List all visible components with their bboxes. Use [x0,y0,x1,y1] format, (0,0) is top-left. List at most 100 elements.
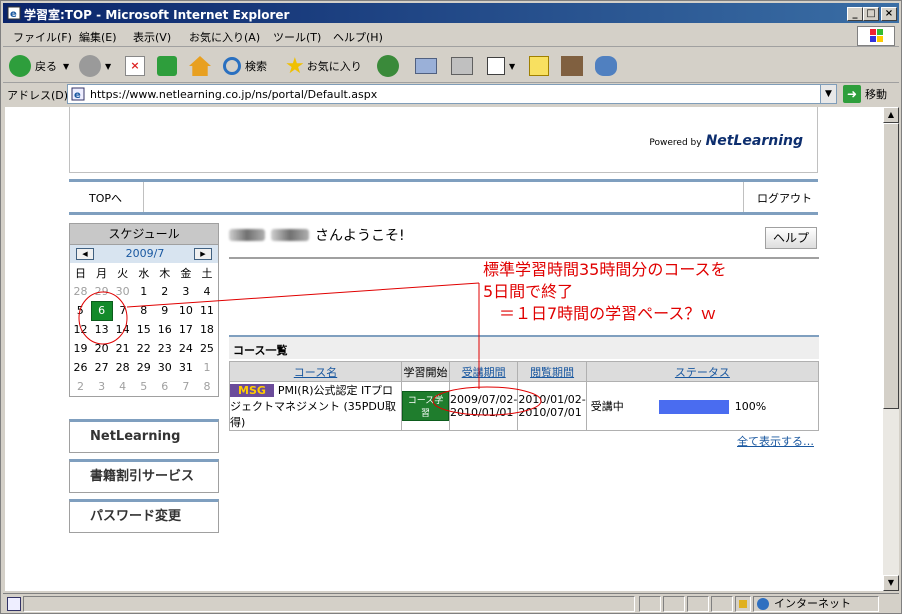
search-button[interactable]: 検索 [223,53,267,79]
book-discount-button[interactable]: 書籍割引サービス [69,459,219,493]
chevron-down-icon[interactable]: ▼ [820,85,836,103]
calendar-day[interactable]: 9 [154,301,175,320]
sort-view-period[interactable]: 閲覧期間 [530,366,574,379]
calendar-day[interactable]: 13 [91,320,112,339]
netlearning-button[interactable]: NetLearning [69,419,219,453]
next-month-button[interactable]: ▶ [194,248,212,260]
calendar-day[interactable]: 5 [133,377,154,396]
scroll-up-icon[interactable]: ▲ [883,107,899,123]
calendar-day-today[interactable]: 6 [90,300,113,321]
calendar-day[interactable]: 31 [175,358,196,377]
menu-favorites[interactable]: お気に入り(A) [189,29,260,45]
prev-month-button[interactable]: ◀ [76,248,94,260]
calendar-day[interactable]: 30 [154,358,175,377]
discuss-button[interactable] [529,53,549,79]
lock-icon [735,596,751,612]
week-row: 2 3 4 5 6 7 8 [70,377,218,396]
status-cell [663,596,685,612]
messenger-button[interactable] [595,53,617,79]
column-header[interactable]: ステータス [585,361,820,382]
calendar-day[interactable]: 14 [112,320,133,339]
calendar-day[interactable]: 3 [175,282,196,301]
calendar-day[interactable]: 26 [70,358,91,377]
sort-status[interactable]: ステータス [675,366,730,379]
back-button[interactable]: 戻る ▼ [9,53,69,79]
calendar-day[interactable]: 4 [196,282,217,301]
menu-view[interactable]: 表示(V) [133,29,171,45]
calendar-day[interactable]: 23 [154,339,175,358]
calendar-day[interactable]: 6 [154,377,175,396]
maximize-button[interactable]: □ [863,7,879,21]
calendar-day[interactable]: 4 [112,377,133,396]
menu-help[interactable]: ヘルプ(H) [333,29,383,45]
calendar-day[interactable]: 15 [133,320,154,339]
address-bar: アドレス(D) e https://www.netlearning.co.jp/… [3,83,899,105]
refresh-button[interactable] [157,53,177,79]
go-button[interactable]: ➜ 移動 [843,85,887,103]
research-button[interactable] [561,53,583,79]
calendar-day[interactable]: 28 [70,282,91,301]
home-button[interactable] [189,53,211,79]
scroll-down-icon[interactable]: ▼ [883,575,899,591]
forward-button[interactable]: ▼ [79,53,111,79]
calendar-day[interactable]: 22 [133,339,154,358]
menu-edit[interactable]: 編集(E) [79,29,117,45]
history-button[interactable] [377,53,399,79]
calendar-day[interactable]: 17 [175,320,196,339]
calendar-day[interactable]: 7 [175,377,196,396]
calendar-day[interactable]: 27 [91,358,112,377]
calendar-day[interactable]: 7 [112,301,133,320]
zone-cell: インターネット [753,596,879,612]
close-button[interactable]: × [881,7,897,21]
menu-tools[interactable]: ツール(T) [273,29,321,45]
scroll-thumb[interactable] [883,123,899,409]
calendar-day[interactable]: 2 [70,377,91,396]
week-row: 26 27 28 29 30 31 1 [70,358,218,377]
calendar-day[interactable]: 1 [196,358,217,377]
column-header[interactable]: 閲覧期間 [517,361,587,382]
calendar-day[interactable]: 20 [91,339,112,358]
calendar-day[interactable]: 12 [70,320,91,339]
calendar-day[interactable]: 29 [91,282,112,301]
address-input[interactable]: e https://www.netlearning.co.jp/ns/porta… [67,84,837,104]
course-start-button[interactable]: コース学習 [402,391,449,421]
page-content: Powered by NetLearning TOPへ ログアウト スケジュール… [5,107,883,591]
menu-file[interactable]: ファイル(F) [13,29,72,45]
favorites-button[interactable]: ★ お気に入り [285,53,362,79]
calendar-day[interactable]: 1 [133,282,154,301]
calendar-day[interactable]: 30 [112,282,133,301]
calendar-day[interactable]: 8 [196,377,217,396]
password-change-button[interactable]: パスワード変更 [69,499,219,533]
column-header[interactable]: 受講期間 [448,361,519,382]
help-button[interactable]: ヘルプ [765,227,817,249]
status-cell [639,596,661,612]
show-all-link[interactable]: 全て表示する… [737,433,814,449]
calendar-day[interactable]: 5 [70,301,91,320]
calendar-day[interactable]: 11 [196,301,217,320]
calendar-day[interactable]: 3 [91,377,112,396]
column-header[interactable]: コース名 [229,361,402,382]
sort-period[interactable]: 受講期間 [462,366,506,379]
logout-link[interactable]: ログアウト [757,190,812,206]
table-header: コース名 学習開始 受講期間 閲覧期間 ステータス [229,361,820,382]
minimize-button[interactable]: _ [847,7,863,21]
calendar-day[interactable]: 21 [112,339,133,358]
stop-button[interactable]: × [125,53,145,79]
calendar-day[interactable]: 8 [133,301,154,320]
calendar-day[interactable]: 2 [154,282,175,301]
print-button[interactable] [451,53,473,79]
calendar-day[interactable]: 16 [154,320,175,339]
mail-button[interactable] [415,53,437,79]
calendar-day[interactable]: 29 [133,358,154,377]
calendar-day[interactable]: 25 [196,339,217,358]
calendar-day[interactable]: 18 [196,320,217,339]
calendar-day[interactable]: 10 [175,301,196,320]
calendar-day[interactable]: 28 [112,358,133,377]
period-cell: 2009/07/02-2010/01/01 [448,381,519,431]
calendar-day[interactable]: 24 [175,339,196,358]
calendar-day[interactable]: 19 [70,339,91,358]
edit-button[interactable]: ▼ [487,53,515,79]
sort-course-name[interactable]: コース名 [294,366,337,379]
nav-top-link[interactable]: TOPへ [89,190,122,206]
vertical-scrollbar[interactable]: ▲ ▼ [883,107,899,591]
